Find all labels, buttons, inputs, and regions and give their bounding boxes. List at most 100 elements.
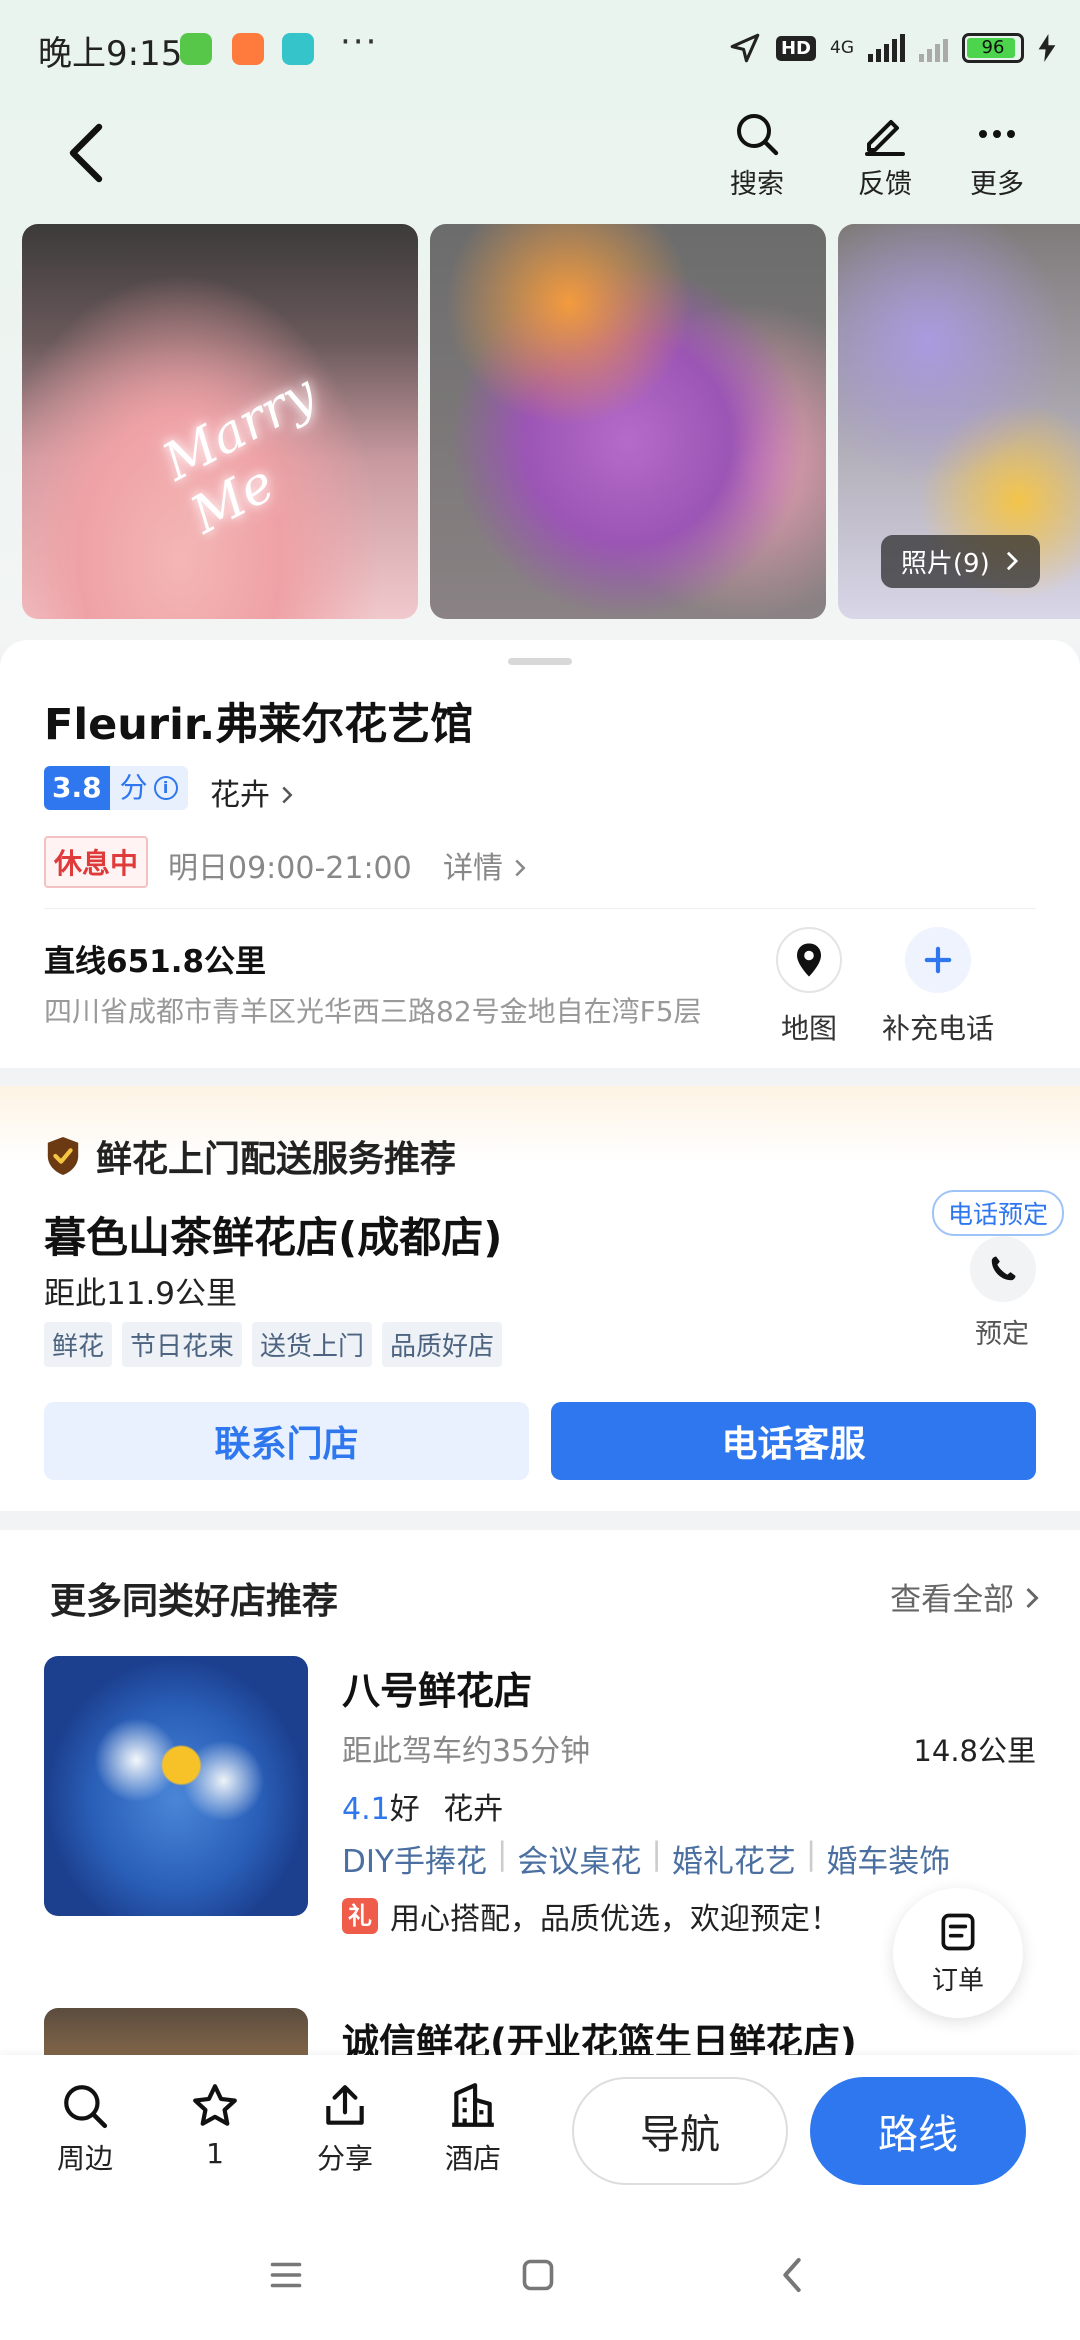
shop-tag: DIY手捧花 [342, 1844, 487, 1880]
tag: 送货上门 [252, 1322, 373, 1367]
bottom-action-bar: 周边 1 分享 酒店 导航 路线 [0, 2055, 1080, 2205]
shop-rating: 4.1 [342, 1792, 390, 1827]
route-button[interactable]: 路线 [810, 2077, 1026, 2185]
straight-distance: 直线651.8公里 [44, 944, 267, 980]
share-button[interactable]: 分享 [295, 2081, 395, 2177]
feedback-label: 反馈 [858, 169, 912, 200]
phone-icon [991, 1256, 1016, 1281]
header-area: 晚上9:15 ··· HD 4G 96 搜索 反馈 更多 Marry Me 照片… [0, 0, 1080, 645]
drive-time: 距此驾车约35分钟 [342, 1734, 591, 1769]
map-button[interactable]: 地图 [744, 927, 874, 1047]
system-nav-bar [0, 2205, 1080, 2340]
rating-unit-wrap: 分 i [109, 766, 188, 810]
contact-store-button[interactable]: 联系门店 [44, 1402, 529, 1480]
signal-2-icon [919, 34, 948, 62]
section-title: 更多同类好店推荐 [50, 1581, 339, 1622]
status-time: 晚上9:15 [38, 34, 183, 74]
delivery-heading-text: 鲜花上门配送服务推荐 [96, 1139, 457, 1180]
gift-icon: 礼 [342, 1898, 378, 1934]
menu-button[interactable] [256, 2245, 316, 2305]
view-all-link[interactable]: 查看全部 [890, 1574, 1040, 1619]
nearby-label: 周边 [56, 2142, 113, 2175]
map-pin-icon [797, 943, 821, 977]
order-label: 订单 [931, 1965, 984, 1996]
shop-distance: 14.8公里 [913, 1734, 1036, 1768]
tag-separator: | [651, 1836, 662, 1872]
shop-address[interactable]: 四川省成都市青羊区光华西三路82号金地自在湾F5层 [44, 990, 702, 1030]
shop-thumbnail[interactable] [44, 1656, 308, 1916]
favorite-button[interactable]: 1 [165, 2081, 265, 2170]
back-triangle-icon [783, 2258, 801, 2292]
shield-check-icon [47, 1137, 79, 1175]
divider [44, 908, 1036, 909]
chevron-right-icon [281, 786, 293, 804]
shop-tag: 会议桌花 [517, 1844, 642, 1880]
location-arrow-icon [730, 33, 760, 63]
chevron-left-icon [69, 123, 103, 183]
add-phone-circle [905, 927, 971, 993]
favorite-count: 1 [206, 2137, 224, 2170]
neon-sign-text: Marry Me [153, 363, 326, 546]
reserve-label: 预定 [975, 1319, 1029, 1350]
share-label: 分享 [316, 2142, 373, 2175]
map-label: 地图 [780, 1012, 837, 1045]
photo-count-label: 照片(9) [900, 549, 990, 579]
phone-service-button[interactable]: 电话客服 [551, 1402, 1036, 1480]
system-back-button[interactable] [762, 2245, 822, 2305]
nearby-button[interactable]: 周边 [35, 2081, 135, 2177]
tag: 品质好店 [382, 1322, 503, 1367]
delivery-tags: 鲜花 节日花束 送货上门 品质好店 [44, 1322, 503, 1367]
rating-word: 好 [389, 1792, 420, 1827]
hours-detail-link[interactable]: 详情 [443, 843, 527, 887]
delivery-shop-name[interactable]: 暮色山茶鲜花店(成都店) [44, 1204, 502, 1265]
search-icon [737, 114, 779, 156]
phone-reserve-button[interactable] [970, 1236, 1036, 1302]
category-label: 花卉 [210, 778, 270, 813]
order-button[interactable]: 订单 [893, 1888, 1023, 2018]
promo-text: 用心搭配，品质优选，欢迎预定！ [390, 1902, 840, 1937]
signal-icon [868, 34, 905, 62]
star-icon [193, 2084, 237, 2126]
more-button[interactable]: 更多 [952, 110, 1042, 206]
edit-icon [865, 120, 905, 156]
phone-reserve-pill[interactable]: 电话预定 [931, 1190, 1064, 1236]
home-button[interactable] [508, 2245, 568, 2305]
list-item-shop-name[interactable]: 八号鲜花店 [342, 1660, 532, 1715]
search-button[interactable]: 搜索 [712, 110, 802, 206]
shop-category: 花卉 [443, 1792, 504, 1827]
navigate-button[interactable]: 导航 [572, 2077, 788, 2185]
shop-tags: DIY手捧花 | 会议桌花 | 婚礼花艺 | 婚车装饰 [342, 1836, 950, 1881]
shop-name: Fleurir.弗莱尔花艺馆 [44, 700, 474, 750]
battery-icon: 96 [962, 33, 1024, 63]
home-square-icon [522, 2259, 554, 2291]
shop-rating-row: 4.1好 花卉 [342, 1784, 503, 1828]
chevron-right-icon [1006, 551, 1019, 571]
hotel-button[interactable]: 酒店 [423, 2081, 523, 2177]
photo-count-button[interactable]: 照片(9) [880, 535, 1040, 588]
tag-separator: | [805, 1836, 817, 1872]
menu-icon [270, 2262, 302, 2288]
feedback-button[interactable]: 反馈 [840, 110, 930, 206]
more-dots-icon [979, 130, 1015, 138]
plus-icon [924, 946, 952, 974]
share-icon [326, 2085, 364, 2125]
view-all-label: 查看全部 [890, 1582, 1015, 1618]
add-phone-button[interactable]: 补充电话 [873, 927, 1003, 1047]
tag: 鲜花 [44, 1322, 113, 1367]
rating-badge[interactable]: 3.8 分 i [44, 766, 188, 810]
location-app-icon [282, 33, 314, 65]
photo-purple-bouquet[interactable] [430, 224, 826, 619]
chevron-right-icon [514, 859, 526, 877]
shop-info-card: Fleurir.弗莱尔花艺馆 3.8 分 i 花卉 休息中 明日09:00-21… [0, 640, 1080, 1068]
hotel-building-icon [452, 2083, 494, 2127]
promo-row: 礼 用心搭配，品质优选，欢迎预定！ [342, 1894, 840, 1938]
search-icon [64, 2085, 108, 2129]
taobao-app-icon [232, 33, 264, 65]
category-link[interactable]: 花卉 [210, 770, 294, 814]
drag-handle[interactable] [508, 658, 572, 665]
more-label: 更多 [970, 169, 1024, 200]
photo-marry-me[interactable]: Marry Me [22, 224, 418, 619]
status-badge: 休息中 [44, 836, 149, 888]
back-button[interactable] [52, 118, 122, 188]
status-bar: 晚上9:15 ··· HD 4G 96 [0, 0, 1080, 96]
